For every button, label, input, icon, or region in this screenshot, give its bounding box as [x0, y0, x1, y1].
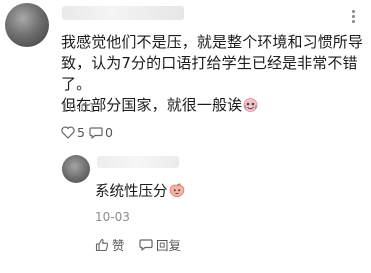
reply-text: 系统性压分 [95, 184, 168, 200]
reply-reply-label: 回复 [156, 238, 182, 253]
reply-username-blurred[interactable] [97, 156, 179, 168]
heart-icon [61, 126, 75, 139]
like-button[interactable]: 5 [61, 125, 85, 140]
comment-avatar[interactable] [5, 3, 49, 47]
reply-date: 10-03 [95, 210, 130, 224]
thumbs-up-icon [95, 238, 109, 252]
comment-date: 10-01 [61, 101, 96, 115]
reply-count-button[interactable]: 0 [89, 125, 113, 140]
comment-bubble-icon [139, 238, 153, 251]
comment-username-blurred[interactable] [62, 6, 184, 20]
comment-text-line-2: 致，认为7分的口语打给学生已经是非常不错了。 [61, 54, 358, 93]
reply-avatar[interactable] [62, 155, 90, 183]
comment-body: 我感觉他们不是压，就是整个环境和习惯所导 致，认为7分的口语打给学生已经是非常不… [61, 32, 367, 116]
comment-text-line-1: 我感觉他们不是压，就是整个环境和习惯所导 [61, 33, 364, 51]
reply-like-button[interactable]: 赞 [95, 235, 125, 254]
reply-count: 0 [105, 125, 113, 140]
more-options-icon[interactable] [344, 6, 362, 26]
reply-reply-button[interactable]: 回复 [139, 235, 181, 254]
reply-like-label: 赞 [112, 238, 125, 253]
reply-body: 系统性压分 [95, 182, 185, 202]
comment-text-line-3: 但在部分国家，就很一般诶 [61, 95, 367, 116]
comment-bubble-icon [89, 126, 103, 139]
peach-face-emoji-icon [169, 183, 185, 198]
cry-laugh-emoji-icon [243, 97, 258, 112]
like-count: 5 [77, 125, 85, 140]
